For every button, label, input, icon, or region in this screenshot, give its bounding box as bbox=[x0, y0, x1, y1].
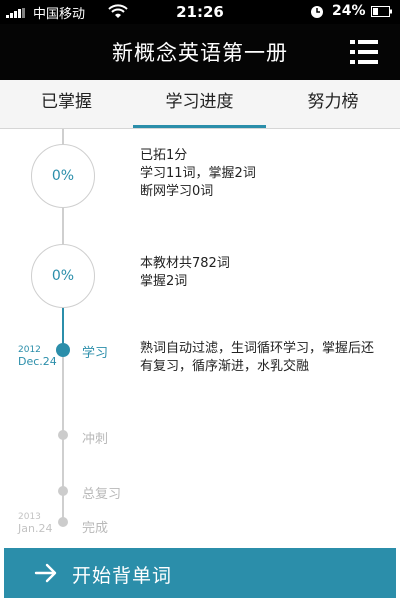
status-bar: 中国移动 21:26 24% bbox=[0, 0, 400, 24]
tab-progress[interactable]: 学习进度 bbox=[133, 80, 266, 128]
textbook-stats: 本教材共782词 掌握2词 bbox=[140, 255, 230, 291]
screen: 中国移动 21:26 24% 新概念英语第一册 已掌握 学习进度 努力榜 0% … bbox=[0, 0, 400, 600]
stage-label-learn: 学习 bbox=[82, 346, 109, 361]
progress-circle-textbook: 0% bbox=[31, 244, 95, 308]
stat-line: 掌握2词 bbox=[140, 274, 188, 289]
stage-label-review: 总复习 bbox=[82, 487, 122, 502]
start-button-label: 开始背单词 bbox=[72, 565, 173, 587]
timeline-line-active bbox=[62, 306, 64, 344]
stage-dot bbox=[58, 430, 68, 440]
battery-percent: 24% bbox=[332, 3, 366, 19]
start-memorizing-button[interactable]: 开始背单词 bbox=[4, 548, 396, 598]
list-menu-icon[interactable] bbox=[350, 38, 380, 66]
stage-description: 熟词自动过滤，生词循环学习，掌握后还有复习，循序渐进，水乳交融 bbox=[140, 341, 375, 374]
stage-dot bbox=[58, 517, 68, 527]
stage-dot bbox=[58, 486, 68, 496]
stage-date-start: 2012 Dec.24 bbox=[18, 345, 57, 368]
stage-day: Jan.24 bbox=[18, 522, 53, 535]
stage-day: Dec.24 bbox=[18, 355, 57, 368]
tab-leaderboard[interactable]: 努力榜 bbox=[266, 80, 400, 128]
clock-icon bbox=[311, 6, 323, 18]
progress-circle-learning: 0% bbox=[31, 144, 95, 208]
stat-line: 本教材共782词 bbox=[140, 256, 230, 271]
stage-year: 2013 bbox=[18, 512, 41, 522]
tab-bar: 已掌握 学习进度 努力榜 bbox=[0, 80, 400, 129]
page-title: 新概念英语第一册 bbox=[112, 41, 288, 65]
arrow-right-icon bbox=[34, 563, 57, 583]
stage-label-done: 完成 bbox=[82, 521, 109, 536]
stat-line: 已拓1分 bbox=[140, 148, 188, 163]
tab-mastered[interactable]: 已掌握 bbox=[0, 80, 133, 128]
stage-dot-current bbox=[56, 343, 70, 357]
timeline-line bbox=[62, 208, 64, 244]
battery-icon bbox=[371, 6, 392, 17]
stage-label-sprint: 冲刺 bbox=[82, 432, 109, 447]
stat-line: 断网学习0词 bbox=[140, 184, 214, 199]
stat-line: 学习11词，掌握2词 bbox=[140, 166, 256, 181]
learning-stats: 已拓1分 学习11词，掌握2词 断网学习0词 bbox=[140, 147, 256, 201]
stage-year: 2012 bbox=[18, 345, 41, 355]
nav-bar: 新概念英语第一册 bbox=[0, 24, 400, 80]
stage-date-end: 2013 Jan.24 bbox=[18, 512, 52, 535]
